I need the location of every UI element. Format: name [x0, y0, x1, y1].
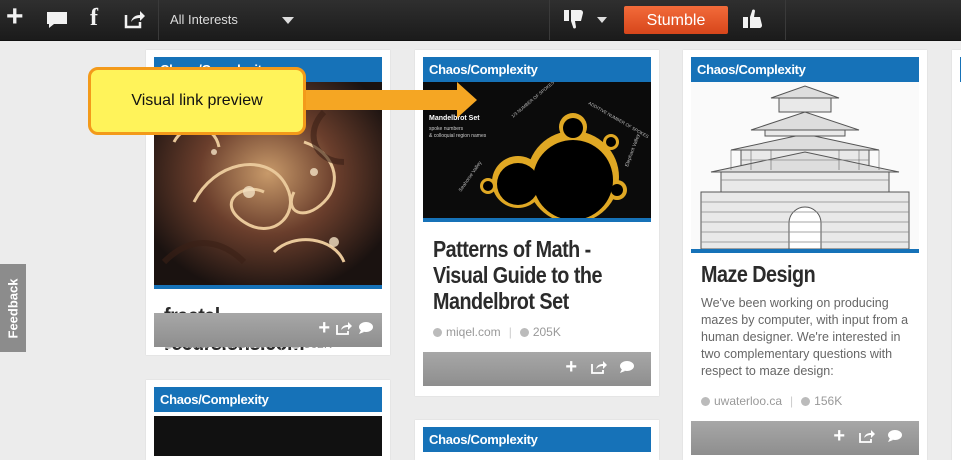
card-description: We've been working on producing mazes by… [701, 296, 909, 378]
comment-icon[interactable] [358, 321, 374, 340]
add-icon[interactable]: + [565, 356, 577, 379]
category-label[interactable]: Chaos/Complexity [154, 387, 382, 412]
link-icon [701, 397, 710, 406]
toolbar-divider [549, 0, 550, 40]
views-icon [801, 397, 811, 406]
image-sub: & colloquial region names [429, 133, 487, 139]
card-meta: miqel.com | 205K [433, 325, 561, 339]
category-label[interactable]: Chaos/Complexity [691, 57, 919, 82]
share-icon[interactable] [859, 429, 875, 448]
add-icon[interactable]: + [833, 425, 845, 448]
callout-arrow [306, 90, 458, 110]
link-preview-image[interactable] [154, 416, 382, 456]
card-action-bar: + [423, 352, 651, 386]
link-card[interactable]: Chaos/Complexity [146, 380, 390, 460]
comment-icon[interactable] [619, 360, 635, 379]
stumble-button[interactable]: Stumble [624, 6, 728, 34]
callout-text: Visual link preview [131, 92, 263, 109]
thumbs-up-icon[interactable] [741, 8, 765, 35]
top-toolbar: + f All Interests Stumble [0, 0, 961, 41]
link-preview-image[interactable] [691, 82, 919, 253]
share-icon[interactable] [124, 9, 146, 34]
link-card[interactable]: Chaos/Complexity [415, 420, 659, 460]
add-icon[interactable]: + [318, 317, 330, 340]
category-label[interactable]: Chaos/Complexity [423, 57, 651, 82]
card-title[interactable]: Patterns of Math - Visual Guide to the M… [433, 236, 615, 314]
facebook-icon[interactable]: f [90, 5, 98, 32]
view-count: 205K [532, 325, 561, 339]
view-count: 156K [814, 394, 843, 408]
link-card[interactable]: Chaos/Complexity [683, 50, 927, 460]
chevron-down-icon[interactable] [282, 17, 294, 24]
toolbar-divider [158, 0, 159, 40]
image-sub: spoke numbers [429, 126, 464, 132]
callout-arrow-head [457, 82, 477, 118]
share-icon[interactable] [336, 321, 352, 340]
card-meta: uwaterloo.ca | 156K [701, 394, 842, 408]
chevron-down-icon[interactable] [597, 17, 607, 23]
add-icon[interactable]: + [6, 2, 24, 32]
thumbs-down-icon[interactable] [562, 8, 586, 35]
source-domain[interactable]: uwaterloo.ca [714, 394, 782, 408]
interests-dropdown[interactable]: All Interests [170, 12, 238, 27]
feedback-tab[interactable]: Feedback [0, 264, 26, 352]
category-label[interactable]: Chaos/Complexity [423, 427, 651, 452]
comment-icon[interactable] [46, 11, 68, 34]
card-title[interactable]: Maze Design [701, 261, 883, 287]
toolbar-divider [785, 0, 786, 40]
source-domain[interactable]: miqel.com [446, 325, 501, 339]
feedback-label: Feedback [5, 278, 21, 338]
views-icon [519, 328, 529, 337]
card-action-bar: + [691, 421, 919, 455]
comment-icon[interactable] [887, 429, 903, 448]
card-action-bar: + [154, 313, 382, 347]
annotation-callout: Visual link preview [88, 67, 306, 135]
share-icon[interactable] [591, 360, 607, 379]
link-icon [433, 328, 442, 337]
link-card[interactable] [952, 50, 961, 460]
